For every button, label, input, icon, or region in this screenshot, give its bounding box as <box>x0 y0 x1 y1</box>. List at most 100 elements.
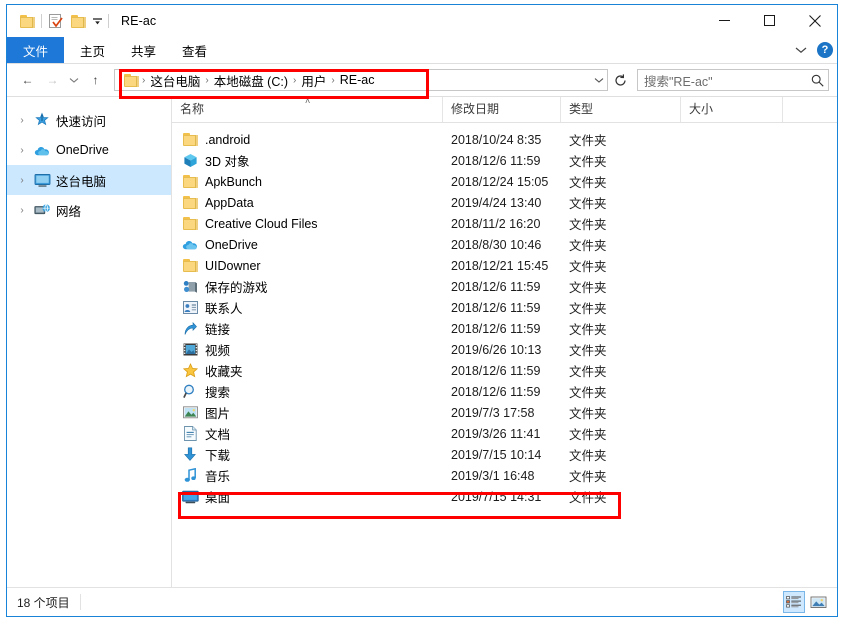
chevron-right-icon[interactable]: › <box>13 175 31 186</box>
breadcrumb-folder-icon[interactable] <box>119 73 139 87</box>
folder-icon <box>180 175 200 188</box>
file-name-cell[interactable]: 图片 <box>172 403 443 422</box>
table-row[interactable]: 视频 2019/6/26 10:13 文件夹 <box>172 339 837 360</box>
table-row[interactable]: 3D 对象 2018/12/6 11:59 文件夹 <box>172 150 837 171</box>
file-name-cell[interactable]: Creative Cloud Files <box>172 217 443 231</box>
breadcrumb-item-re-ac[interactable]: RE-ac <box>336 73 379 87</box>
column-header-size[interactable]: 大小 <box>681 97 783 122</box>
refresh-button[interactable] <box>609 69 631 91</box>
file-name-cell[interactable]: 收藏夹 <box>172 361 443 380</box>
file-name-cell[interactable]: 3D 对象 <box>172 151 443 170</box>
table-row[interactable]: 收藏夹 2018/12/6 11:59 文件夹 <box>172 360 837 381</box>
file-type-cell: 文件夹 <box>569 365 607 379</box>
folder-icon[interactable] <box>16 10 38 32</box>
table-row[interactable]: 音乐 2019/3/1 16:48 文件夹 <box>172 465 837 486</box>
column-header-type[interactable]: 类型 <box>561 97 681 122</box>
details-view-button[interactable] <box>783 591 805 613</box>
tab-share[interactable]: 共享 <box>118 37 169 63</box>
file-name-label: 链接 <box>205 323 231 337</box>
search-input[interactable]: 搜索"RE-ac" <box>638 71 806 90</box>
qat-divider-1 <box>41 14 42 28</box>
table-row[interactable]: 文档 2019/3/26 11:41 文件夹 <box>172 423 837 444</box>
new-folder-icon[interactable] <box>67 10 89 32</box>
breadcrumb-item-users[interactable]: 用户 <box>297 71 330 90</box>
table-row[interactable]: 搜索 2018/12/6 11:59 文件夹 <box>172 381 837 402</box>
table-row[interactable]: 保存的游戏 2018/12/6 11:59 文件夹 <box>172 276 837 297</box>
file-date-cell: 2018/10/24 8:35 <box>451 132 542 147</box>
file-date-cell: 2018/12/6 11:59 <box>451 153 541 168</box>
file-date-cell: 2018/12/6 11:59 <box>451 363 541 378</box>
maximize-button[interactable] <box>747 5 792 36</box>
file-type-cell: 文件夹 <box>569 260 607 274</box>
breadcrumb-item-local-disk-c[interactable]: 本地磁盘 (C:) <box>210 71 292 90</box>
breadcrumb-dropdown-icon[interactable] <box>590 70 607 90</box>
file-name-cell[interactable]: 桌面 <box>172 487 443 506</box>
file-type-cell: 文件夹 <box>569 281 607 295</box>
file-type-cell: 文件夹 <box>569 218 607 232</box>
up-button[interactable]: ↑ <box>83 67 108 93</box>
file-name-cell[interactable]: 文档 <box>172 424 443 443</box>
file-name-cell[interactable]: UIDowner <box>172 259 443 273</box>
file-name-cell[interactable]: 搜索 <box>172 382 443 401</box>
file-name-cell[interactable]: ApkBunch <box>172 175 443 189</box>
file-type-cell: 文件夹 <box>569 197 607 211</box>
table-row[interactable]: UIDowner 2018/12/21 15:45 文件夹 <box>172 255 837 276</box>
forward-button[interactable]: → <box>40 67 65 93</box>
minimize-button[interactable] <box>702 5 747 36</box>
window-controls <box>702 5 837 36</box>
file-name-label: Creative Cloud Files <box>205 216 318 231</box>
help-icon[interactable]: ? <box>817 42 833 58</box>
sidebar-item-onedrive[interactable]: › OneDrive <box>7 135 171 165</box>
table-row[interactable]: 图片 2019/7/3 17:58 文件夹 <box>172 402 837 423</box>
file-name-cell[interactable]: 链接 <box>172 319 443 338</box>
file-name-cell[interactable]: OneDrive <box>172 238 443 252</box>
table-row[interactable]: 链接 2018/12/6 11:59 文件夹 <box>172 318 837 339</box>
file-name-cell[interactable]: 视频 <box>172 340 443 359</box>
file-type-cell: 文件夹 <box>569 239 607 253</box>
table-row[interactable]: Creative Cloud Files 2018/11/2 16:20 文件夹 <box>172 213 837 234</box>
tab-home[interactable]: 主页 <box>67 37 118 63</box>
table-row[interactable]: AppData 2019/4/24 13:40 文件夹 <box>172 192 837 213</box>
table-row[interactable]: 桌面 2019/7/15 14:31 文件夹 <box>172 486 837 507</box>
tab-file[interactable]: 文件 <box>7 37 65 63</box>
recent-locations-dropdown-icon[interactable] <box>65 67 83 93</box>
close-button[interactable] <box>792 5 837 36</box>
table-row[interactable]: .android 2018/10/24 8:35 文件夹 <box>172 129 837 150</box>
search-box[interactable]: 搜索"RE-ac" <box>637 69 829 91</box>
explorer-body: › 快速访问 › OneDrive › 这台电脑 › 网络 名称 修改日期 类型… <box>7 97 837 587</box>
file-date-cell: 2018/8/30 10:46 <box>451 237 542 252</box>
sidebar-item-quick-access[interactable]: › 快速访问 <box>7 105 171 135</box>
file-name-cell[interactable]: .android <box>172 133 443 147</box>
onedrive-cloud-icon <box>180 238 200 251</box>
file-name-cell[interactable]: 联系人 <box>172 298 443 317</box>
sidebar-item-network[interactable]: › 网络 <box>7 195 171 225</box>
table-row[interactable]: ApkBunch 2018/12/24 15:05 文件夹 <box>172 171 837 192</box>
tab-view[interactable]: 查看 <box>169 37 220 63</box>
chevron-down-icon[interactable] <box>791 40 811 60</box>
chevron-right-icon[interactable]: › <box>13 115 31 126</box>
file-name-cell[interactable]: 保存的游戏 <box>172 277 443 296</box>
properties-icon[interactable] <box>45 10 67 32</box>
file-date-cell: 2018/11/2 16:20 <box>451 216 541 231</box>
sidebar-item-this-pc[interactable]: › 这台电脑 <box>7 165 171 195</box>
file-name-cell[interactable]: 音乐 <box>172 466 443 485</box>
search-icon[interactable] <box>806 74 828 87</box>
chevron-right-icon[interactable]: › <box>13 205 31 216</box>
chevron-right-icon[interactable]: › <box>13 145 31 156</box>
back-button[interactable]: ← <box>15 67 40 93</box>
file-type-cell: 文件夹 <box>569 491 607 505</box>
table-row[interactable]: 下载 2019/7/15 10:14 文件夹 <box>172 444 837 465</box>
table-row[interactable]: OneDrive 2018/8/30 10:46 文件夹 <box>172 234 837 255</box>
file-name-label: 视频 <box>205 344 231 358</box>
file-name-cell[interactable]: AppData <box>172 196 443 210</box>
breadcrumb-item-this-pc[interactable]: 这台电脑 <box>146 71 204 90</box>
customize-qat-dropdown-icon[interactable] <box>89 11 105 31</box>
file-name-cell[interactable]: 下载 <box>172 445 443 464</box>
column-header-date-modified[interactable]: 修改日期 <box>443 97 561 122</box>
large-icons-view-button[interactable] <box>807 591 829 613</box>
window-title: RE-ac <box>121 14 157 28</box>
file-name-label: 3D 对象 <box>205 155 250 169</box>
breadcrumb-bar[interactable]: › 这台电脑 › 本地磁盘 (C:) › 用户 › RE-ac <box>114 69 608 91</box>
table-row[interactable]: 联系人 2018/12/6 11:59 文件夹 <box>172 297 837 318</box>
file-type-cell: 文件夹 <box>569 134 607 148</box>
